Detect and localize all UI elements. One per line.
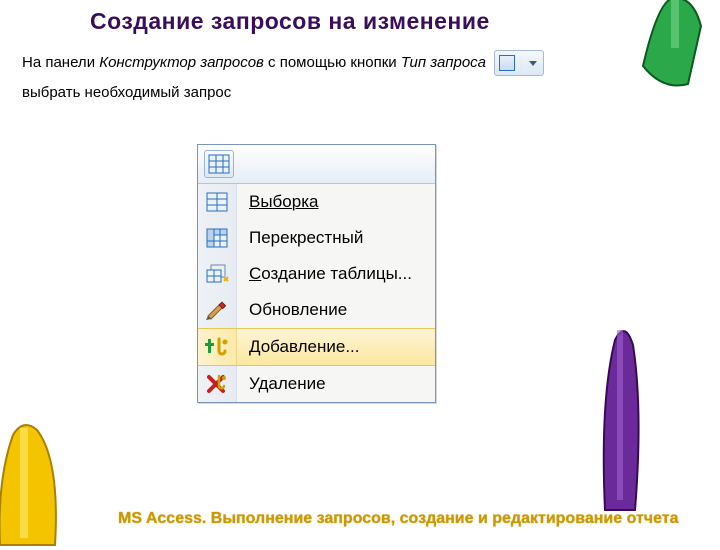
menu-item-delete[interactable]: Удаление xyxy=(198,366,435,402)
toolbar-query-type-button[interactable] xyxy=(204,150,234,178)
body-part2: с помощью кнопки xyxy=(264,54,401,71)
menu-item-label: Выборка xyxy=(237,192,318,212)
body-italic2: Тип запроса xyxy=(401,54,486,71)
body-part1: На панели xyxy=(22,54,99,71)
select-query-icon xyxy=(206,192,228,212)
footer-text: MS Access. Выполнение запросов, создание… xyxy=(118,510,679,528)
menu-item-label: Создание таблицы... xyxy=(237,264,412,284)
maketable-query-icon xyxy=(205,263,229,285)
menu-item-crosstab[interactable]: Перекрестный xyxy=(198,220,435,256)
menu-item-label: Удаление xyxy=(237,374,326,394)
menu-item-select[interactable]: Выборка xyxy=(198,184,435,220)
datasheet-icon xyxy=(208,154,230,174)
query-type-dropdown-button[interactable] xyxy=(494,50,544,76)
menu-item-label: Перекрестный xyxy=(237,228,363,248)
query-type-icon xyxy=(499,55,515,71)
delete-query-icon xyxy=(206,374,228,394)
query-type-menu: Выборка Перекрестный Создание таблицы... xyxy=(197,144,436,403)
chevron-down-icon xyxy=(529,61,537,66)
body-italic1: Конструктор запросов xyxy=(99,54,264,71)
menu-item-update[interactable]: Обновление xyxy=(198,292,435,328)
update-query-icon xyxy=(206,300,228,320)
crayon-purple-decoration xyxy=(595,320,645,520)
crayon-green-decoration xyxy=(638,0,708,91)
body-part3: выбрать необходимый запрос xyxy=(22,84,231,101)
crayon-yellow-decoration xyxy=(0,420,65,550)
menu-item-maketable[interactable]: Создание таблицы... xyxy=(198,256,435,292)
body-text: На панели Конструктор запросов с помощью… xyxy=(22,48,582,108)
menu-item-label: Обновление xyxy=(237,300,347,320)
menu-item-label: Добавление... xyxy=(237,337,359,357)
menu-item-append[interactable]: Добавление... xyxy=(198,328,435,366)
slide-title: Создание запросов на изменение xyxy=(90,8,490,35)
append-query-icon xyxy=(205,337,229,357)
crosstab-query-icon xyxy=(206,228,228,248)
menu-toolbar xyxy=(198,145,435,184)
